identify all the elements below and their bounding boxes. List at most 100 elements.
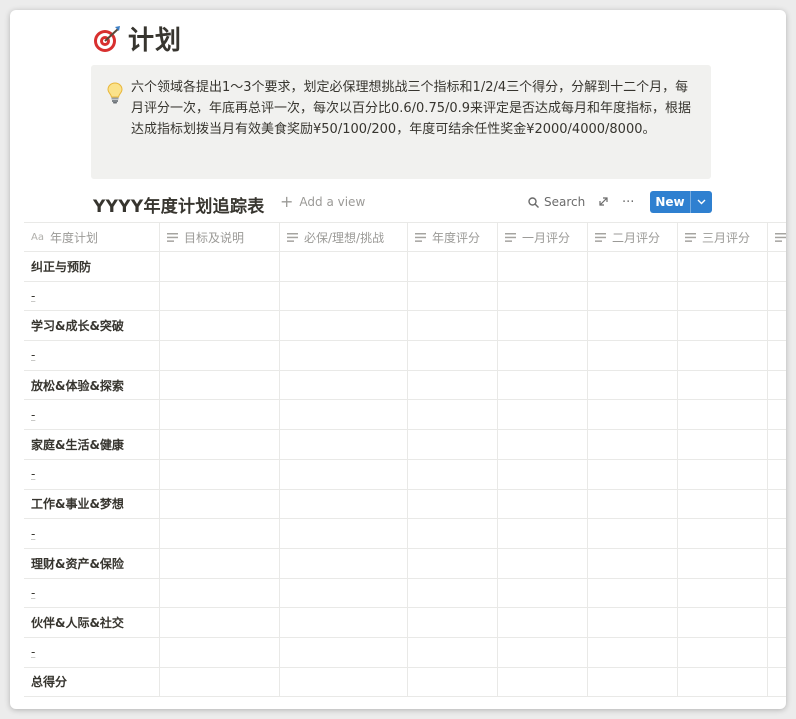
table-cell[interactable] bbox=[160, 637, 280, 667]
table-cell[interactable] bbox=[588, 667, 678, 697]
table-cell[interactable] bbox=[768, 579, 786, 608]
table-cell[interactable] bbox=[408, 578, 498, 608]
table-cell[interactable] bbox=[768, 549, 786, 578]
row-title-cell[interactable]: - bbox=[24, 341, 160, 370]
table-cell[interactable] bbox=[160, 519, 280, 548]
table-cell[interactable] bbox=[588, 637, 678, 667]
table-cell[interactable] bbox=[160, 578, 280, 608]
table-cell[interactable] bbox=[160, 370, 280, 400]
column-header-goal[interactable]: 目标及说明 bbox=[160, 223, 280, 251]
table-cell[interactable] bbox=[588, 608, 678, 637]
table-cell[interactable] bbox=[498, 252, 588, 281]
table-cell[interactable] bbox=[408, 311, 498, 341]
row-title-cell[interactable]: 学习&成长&突破 bbox=[24, 311, 160, 341]
table-cell[interactable] bbox=[408, 281, 498, 311]
table-cell[interactable] bbox=[588, 548, 678, 578]
column-header-mar-score[interactable]: 三月评分 bbox=[678, 223, 768, 251]
table-cell[interactable] bbox=[768, 638, 786, 667]
column-header-feb-score[interactable]: 二月评分 bbox=[588, 223, 678, 251]
table-cell[interactable] bbox=[678, 430, 768, 459]
table-cell[interactable] bbox=[498, 370, 588, 400]
table-cell[interactable] bbox=[498, 400, 588, 430]
table-cell[interactable] bbox=[408, 519, 498, 548]
table-cell[interactable] bbox=[280, 370, 408, 400]
add-view-button[interactable]: + Add a view bbox=[280, 194, 365, 210]
table-cell[interactable] bbox=[588, 489, 678, 519]
table-row[interactable]: 理财&资产&保险 bbox=[24, 548, 786, 579]
table-cell[interactable] bbox=[280, 519, 408, 548]
table-cell[interactable] bbox=[768, 430, 786, 459]
table-cell[interactable] bbox=[160, 430, 280, 459]
table-cell[interactable] bbox=[588, 430, 678, 459]
column-header-jan-score[interactable]: 一月评分 bbox=[498, 223, 588, 251]
table-cell[interactable] bbox=[678, 489, 768, 519]
table-cell[interactable] bbox=[588, 252, 678, 281]
table-cell[interactable] bbox=[498, 489, 588, 519]
table-cell[interactable] bbox=[768, 371, 786, 400]
table-cell[interactable] bbox=[160, 548, 280, 578]
table-cell[interactable] bbox=[280, 548, 408, 578]
page-title[interactable]: 计划 bbox=[128, 20, 182, 57]
table-cell[interactable] bbox=[768, 282, 786, 311]
table-cell[interactable] bbox=[678, 252, 768, 281]
row-title-cell[interactable]: 伙伴&人际&社交 bbox=[24, 608, 160, 637]
column-header-more[interactable] bbox=[768, 223, 786, 251]
table-cell[interactable] bbox=[588, 519, 678, 548]
table-row[interactable]: 纠正与预防 bbox=[24, 252, 786, 282]
table-cell[interactable] bbox=[498, 637, 588, 667]
table-cell[interactable] bbox=[768, 341, 786, 370]
row-title-cell[interactable]: - bbox=[24, 519, 160, 548]
table-row[interactable]: - bbox=[24, 341, 786, 371]
table-cell[interactable] bbox=[280, 430, 408, 459]
table-cell[interactable] bbox=[160, 667, 280, 697]
table-cell[interactable] bbox=[280, 489, 408, 519]
row-title-cell[interactable]: 纠正与预防 bbox=[24, 252, 160, 281]
table-cell[interactable] bbox=[408, 341, 498, 370]
table-row[interactable]: - bbox=[24, 459, 786, 490]
table-cell[interactable] bbox=[588, 578, 678, 608]
table-cell[interactable] bbox=[280, 667, 408, 697]
table-cell[interactable] bbox=[160, 608, 280, 637]
row-title-cell[interactable]: - bbox=[24, 400, 160, 430]
table-cell[interactable] bbox=[768, 252, 786, 281]
table-cell[interactable] bbox=[408, 430, 498, 459]
table-cell[interactable] bbox=[498, 311, 588, 341]
table-cell[interactable] bbox=[498, 430, 588, 459]
table-cell[interactable] bbox=[280, 608, 408, 637]
table-cell[interactable] bbox=[768, 311, 786, 340]
table-cell[interactable] bbox=[160, 311, 280, 341]
table-row[interactable]: - bbox=[24, 400, 786, 431]
table-cell[interactable] bbox=[768, 668, 786, 697]
row-title-cell[interactable]: - bbox=[24, 459, 160, 489]
table-cell[interactable] bbox=[678, 281, 768, 311]
table-cell[interactable] bbox=[280, 637, 408, 667]
table-cell[interactable] bbox=[768, 519, 786, 548]
table-cell[interactable] bbox=[160, 341, 280, 370]
database-title[interactable]: YYYY年度计划追踪表 bbox=[93, 192, 265, 217]
table-cell[interactable] bbox=[498, 548, 588, 578]
table-cell[interactable] bbox=[280, 281, 408, 311]
new-dropdown-button[interactable] bbox=[690, 191, 712, 213]
table-cell[interactable] bbox=[768, 608, 786, 637]
table-cell[interactable] bbox=[768, 460, 786, 489]
table-cell[interactable] bbox=[280, 252, 408, 281]
column-header-level[interactable]: 必保/理想/挑战 bbox=[280, 223, 408, 251]
row-title-cell[interactable]: 工作&事业&梦想 bbox=[24, 489, 160, 519]
table-cell[interactable] bbox=[408, 459, 498, 489]
table-cell[interactable] bbox=[280, 459, 408, 489]
table-cell[interactable] bbox=[408, 548, 498, 578]
table-row[interactable]: 总得分 bbox=[24, 667, 786, 698]
table-cell[interactable] bbox=[588, 311, 678, 341]
table-cell[interactable] bbox=[408, 252, 498, 281]
table-cell[interactable] bbox=[498, 667, 588, 697]
table-cell[interactable] bbox=[160, 489, 280, 519]
table-row[interactable]: - bbox=[24, 637, 786, 668]
table-cell[interactable] bbox=[678, 667, 768, 697]
table-row[interactable]: 学习&成长&突破 bbox=[24, 311, 786, 342]
table-cell[interactable] bbox=[498, 341, 588, 370]
table-cell[interactable] bbox=[678, 341, 768, 370]
table-cell[interactable] bbox=[408, 400, 498, 430]
table-cell[interactable] bbox=[408, 370, 498, 400]
column-header-plan[interactable]: Aa 年度计划 bbox=[24, 223, 160, 251]
table-cell[interactable] bbox=[160, 281, 280, 311]
